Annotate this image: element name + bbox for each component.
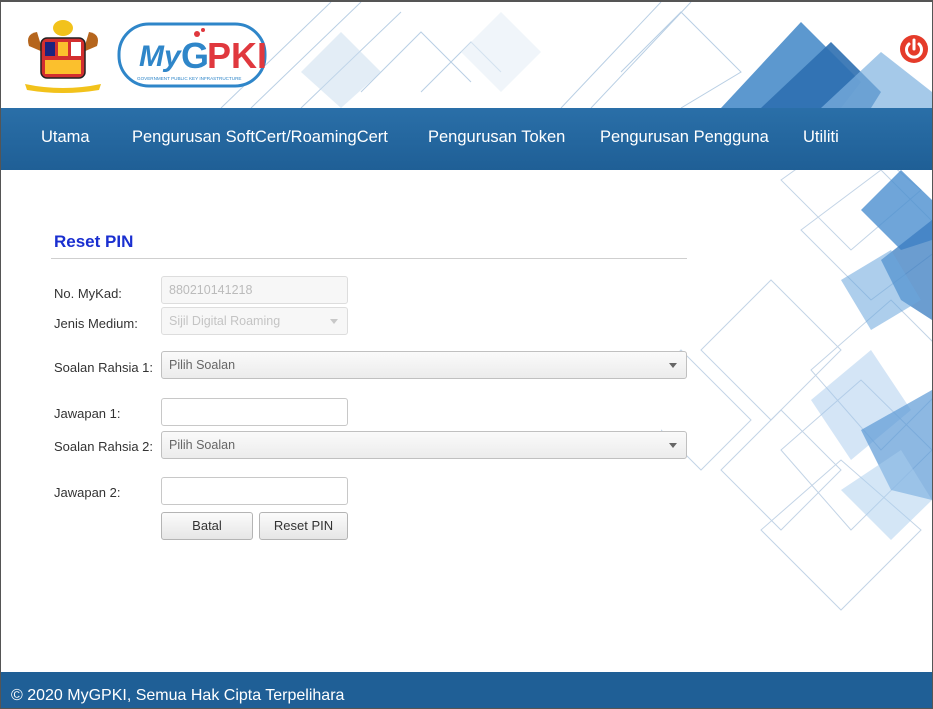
chevron-down-icon: [669, 363, 677, 368]
answer1-input[interactable]: [161, 398, 348, 426]
power-icon[interactable]: [899, 34, 929, 64]
nav-item-utiliti[interactable]: Utiliti: [803, 128, 839, 147]
question1-select-value: Pilih Soalan: [169, 358, 236, 372]
reset-pin-form: Reset PIN No. MyKad: 880210141218 Jenis …: [1, 170, 701, 570]
form-divider: [51, 258, 687, 259]
copyright-text: © 2020 MyGPKI, Semua Hak Cipta Terpeliha…: [11, 687, 345, 704]
medium-select-value: Sijil Digital Roaming: [169, 314, 281, 328]
main-content: Reset PIN No. MyKad: 880210141218 Jenis …: [1, 170, 932, 672]
nav-item-pengurusan-token[interactable]: Pengurusan Token: [428, 128, 565, 147]
question1-label: Soalan Rahsia 1:: [54, 360, 154, 375]
malaysia-coat-of-arms-icon: [15, 16, 111, 96]
chevron-down-icon: [669, 443, 677, 448]
svg-text:PKI: PKI: [207, 35, 267, 76]
mykad-field: 880210141218: [161, 276, 348, 304]
chevron-down-icon: [330, 319, 338, 324]
svg-text:My: My: [139, 40, 182, 73]
mygpki-logo: My G PKI GOVERNMENT PUBLIC KEY INFRASTRU…: [117, 20, 267, 92]
question1-select[interactable]: Pilih Soalan: [161, 351, 687, 379]
footer: © 2020 MyGPKI, Semua Hak Cipta Terpeliha…: [1, 672, 932, 708]
medium-label: Jenis Medium:: [54, 316, 138, 331]
main-nav: Utama Pengurusan SoftCert/RoamingCert Pe…: [1, 108, 932, 170]
header-banner: My G PKI GOVERNMENT PUBLIC KEY INFRASTRU…: [1, 2, 932, 108]
question2-select-value: Pilih Soalan: [169, 438, 236, 452]
svg-text:GOVERNMENT PUBLIC KEY INFRASTR: GOVERNMENT PUBLIC KEY INFRASTRUCTURE: [137, 76, 241, 81]
nav-item-pengurusan-pengguna[interactable]: Pengurusan Pengguna: [600, 128, 769, 147]
form-title: Reset PIN: [54, 232, 134, 251]
background-decoration: [661, 170, 932, 611]
nav-item-pengurusan-softcert[interactable]: Pengurusan SoftCert/RoamingCert: [132, 128, 388, 147]
reset-pin-button[interactable]: Reset PIN: [259, 512, 348, 540]
answer1-label: Jawapan 1:: [54, 406, 121, 421]
svg-text:G: G: [181, 35, 209, 76]
mykad-label: No. MyKad:: [54, 286, 122, 301]
answer2-label: Jawapan 2:: [54, 485, 121, 500]
question2-select[interactable]: Pilih Soalan: [161, 431, 687, 459]
nav-item-utama[interactable]: Utama: [41, 128, 90, 147]
app-window: My G PKI GOVERNMENT PUBLIC KEY INFRASTRU…: [0, 0, 933, 709]
question2-label: Soalan Rahsia 2:: [54, 439, 154, 454]
medium-select: Sijil Digital Roaming: [161, 307, 348, 335]
cancel-button[interactable]: Batal: [161, 512, 253, 540]
answer2-input[interactable]: [161, 477, 348, 505]
